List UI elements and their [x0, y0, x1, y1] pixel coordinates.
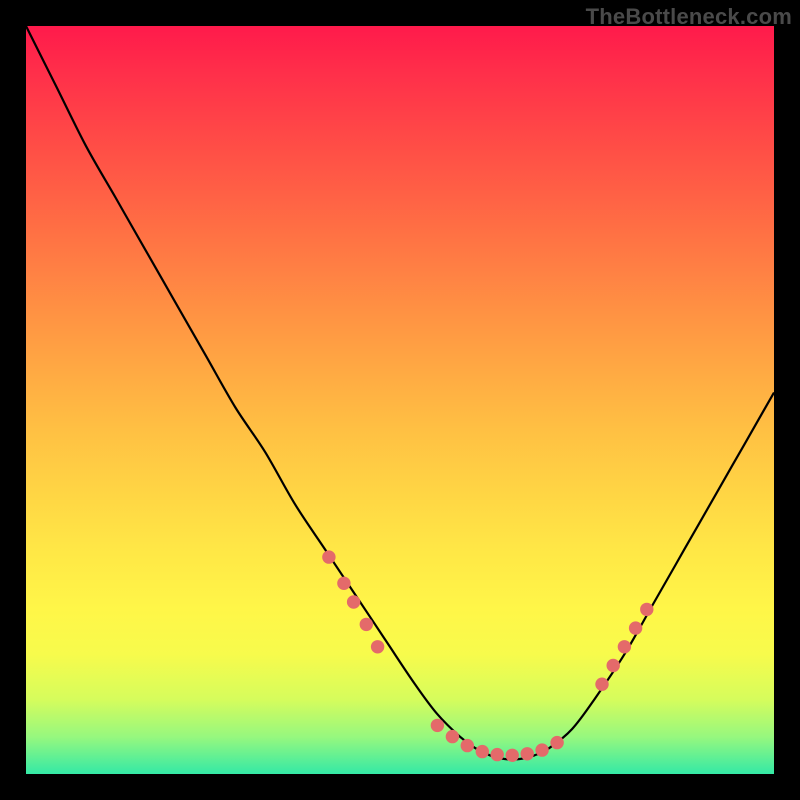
bottleneck-curve	[26, 26, 774, 760]
curve-marker	[629, 621, 642, 634]
curve-marker	[550, 736, 563, 749]
chart-stage: TheBottleneck.com	[0, 0, 800, 800]
curve-marker	[431, 719, 444, 732]
chart-svg	[26, 26, 774, 774]
curve-marker	[476, 745, 489, 758]
curve-markers	[322, 550, 653, 762]
curve-marker	[491, 748, 504, 761]
watermark-text: TheBottleneck.com	[586, 4, 792, 30]
curve-marker	[360, 618, 373, 631]
curve-marker	[521, 747, 534, 760]
curve-marker	[618, 640, 631, 653]
curve-marker	[640, 603, 653, 616]
curve-marker	[461, 739, 474, 752]
curve-marker	[322, 550, 335, 563]
curve-marker	[595, 678, 608, 691]
curve-marker	[337, 577, 350, 590]
curve-marker	[347, 595, 360, 608]
plot-area	[26, 26, 774, 774]
curve-marker	[371, 640, 384, 653]
curve-marker	[446, 730, 459, 743]
curve-marker	[607, 659, 620, 672]
curve-marker	[535, 743, 548, 756]
curve-marker	[506, 749, 519, 762]
